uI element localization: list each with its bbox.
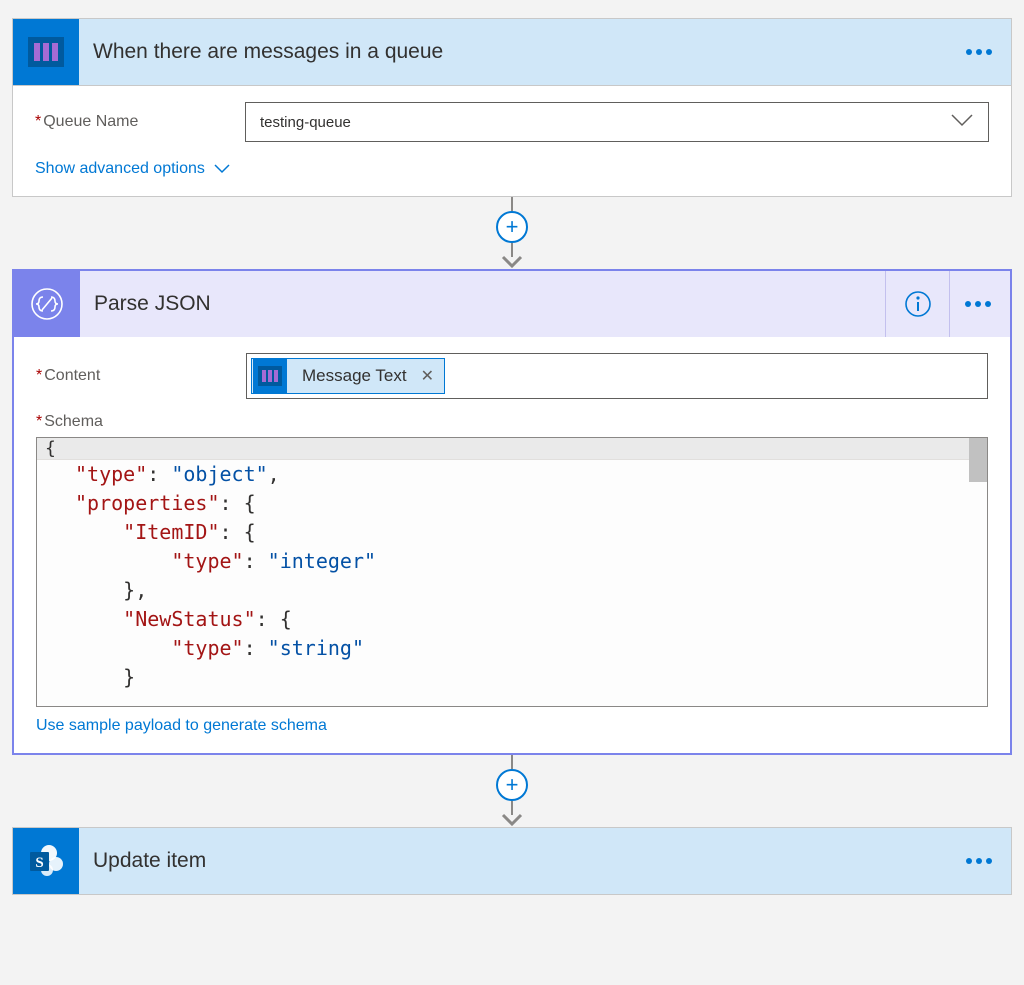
schema-label: *Schema xyxy=(36,413,988,431)
parse-json-header[interactable]: Parse JSON xyxy=(14,271,1010,337)
queue-name-value: testing-queue xyxy=(260,114,351,131)
queue-name-label: *Queue Name xyxy=(35,113,245,131)
token-label: Message Text xyxy=(288,366,421,386)
content-label: *Content xyxy=(36,367,246,385)
code-braces-icon xyxy=(14,271,80,337)
queue-name-row: *Queue Name testing-queue xyxy=(35,102,989,142)
queue-name-select[interactable]: testing-queue xyxy=(245,102,989,142)
menu-dots-icon[interactable] xyxy=(964,300,992,308)
menu-dots-icon[interactable] xyxy=(965,48,993,56)
queue-icon xyxy=(253,359,287,393)
parse-json-body: *Content Message Text ✕ *Schem xyxy=(14,337,1010,753)
dynamic-content-token[interactable]: Message Text ✕ xyxy=(251,358,445,394)
update-item-title: Update item xyxy=(79,849,965,873)
use-sample-payload-link[interactable]: Use sample payload to generate schema xyxy=(36,717,327,735)
parse-json-card: Parse JSON *Content xyxy=(12,269,1012,755)
svg-text:S: S xyxy=(35,855,43,871)
add-step-button[interactable]: + xyxy=(496,211,528,243)
info-icon[interactable] xyxy=(886,271,950,337)
content-input[interactable]: Message Text ✕ xyxy=(246,353,988,399)
trigger-title: When there are messages in a queue xyxy=(79,40,965,64)
update-item-header[interactable]: S Update item xyxy=(13,828,1011,894)
chevron-down-icon xyxy=(950,113,974,131)
scrollbar-thumb[interactable] xyxy=(969,438,987,482)
chevron-down-icon xyxy=(213,163,231,175)
close-icon[interactable]: ✕ xyxy=(421,366,434,386)
queue-icon xyxy=(13,19,79,85)
show-advanced-link[interactable]: Show advanced options xyxy=(35,160,231,178)
schema-editor[interactable]: { "type": "object", "properties": { "Ite… xyxy=(36,437,988,707)
schema-code[interactable]: "type": "object", "properties": { "ItemI… xyxy=(37,460,987,700)
arrow-icon xyxy=(501,257,523,269)
update-item-card: S Update item xyxy=(12,827,1012,895)
arrow-icon xyxy=(501,815,523,827)
parse-json-title: Parse JSON xyxy=(80,271,886,337)
sharepoint-icon: S xyxy=(13,828,79,894)
trigger-body: *Queue Name testing-queue Show advanced … xyxy=(13,86,1011,196)
trigger-card: When there are messages in a queue *Queu… xyxy=(12,18,1012,197)
add-step-button[interactable]: + xyxy=(496,769,528,801)
connector: + xyxy=(12,755,1012,827)
menu-dots-icon[interactable] xyxy=(965,857,993,865)
content-row: *Content Message Text ✕ xyxy=(36,353,988,399)
trigger-header[interactable]: When there are messages in a queue xyxy=(13,19,1011,86)
connector: + xyxy=(12,197,1012,269)
